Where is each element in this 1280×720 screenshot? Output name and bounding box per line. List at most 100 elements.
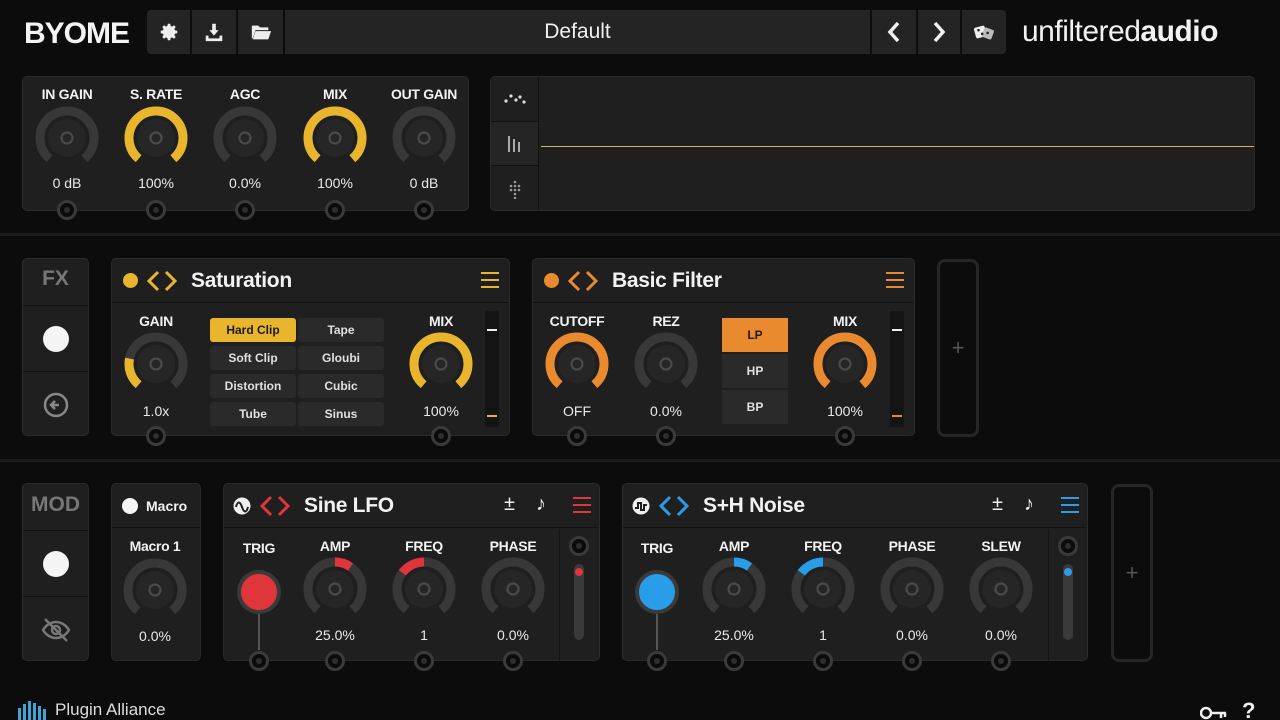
add-mod-slot[interactable]: + bbox=[1111, 484, 1153, 662]
noise-sync-note-icon[interactable]: ♪ bbox=[1024, 493, 1034, 516]
filter-mix-knob[interactable] bbox=[812, 331, 878, 397]
sat-mix-mod-jack[interactable] bbox=[431, 426, 451, 446]
open-preset-button[interactable] bbox=[238, 10, 283, 54]
chevron-right-icon[interactable] bbox=[161, 269, 181, 293]
add-fx-slot[interactable]: + bbox=[937, 259, 979, 437]
macro-1-knob[interactable] bbox=[122, 557, 188, 623]
lfo-amp-knob[interactable] bbox=[302, 556, 368, 622]
fx-power-button[interactable] bbox=[23, 305, 88, 371]
filter-rez-knob[interactable] bbox=[633, 331, 699, 397]
noise-phase-label: PHASE bbox=[888, 538, 936, 554]
lfo-trig-button[interactable] bbox=[237, 570, 281, 614]
scope-grid-button[interactable] bbox=[491, 166, 539, 210]
lfo-freq-mod-jack[interactable] bbox=[414, 651, 434, 671]
io-agc-knob[interactable] bbox=[212, 105, 278, 171]
noise-freq-knob[interactable] bbox=[790, 556, 856, 622]
lfo-amp-mod-jack[interactable] bbox=[325, 651, 345, 671]
saturation-mode-gloubi[interactable]: Gloubi bbox=[298, 346, 384, 370]
filter-menu-icon[interactable] bbox=[886, 272, 904, 288]
eye-off-icon bbox=[41, 617, 70, 642]
saturation-mode-distortion[interactable]: Distortion bbox=[210, 374, 296, 398]
noise-slew-mod-jack[interactable] bbox=[991, 651, 1011, 671]
byome-logo: BYOME bbox=[24, 17, 130, 50]
filter-rez-mod-jack[interactable] bbox=[656, 426, 676, 446]
arrow-left-circle-icon bbox=[43, 392, 68, 417]
io-s-rate-knob[interactable] bbox=[123, 105, 189, 171]
saturation-mode-hard-clip[interactable]: Hard Clip bbox=[210, 318, 296, 342]
filter-cutoff-knob[interactable] bbox=[544, 331, 610, 397]
lfo-freq-knob[interactable] bbox=[391, 556, 457, 622]
save-preset-button[interactable] bbox=[192, 10, 236, 54]
noise-phase-knob[interactable] bbox=[879, 556, 945, 622]
filter-type-hp[interactable]: HP bbox=[722, 354, 788, 388]
noise-menu-icon[interactable] bbox=[1061, 497, 1079, 513]
saturation-mode-tube[interactable]: Tube bbox=[210, 402, 296, 426]
filter-type-bp[interactable]: BP bbox=[722, 390, 788, 424]
io-mix-knob[interactable] bbox=[302, 105, 368, 171]
lfo-trig-jack[interactable] bbox=[249, 651, 269, 671]
io-out-gain-mod-jack[interactable] bbox=[414, 200, 434, 220]
help-button[interactable]: ? bbox=[1242, 698, 1255, 720]
filter-mix-mod-jack[interactable] bbox=[835, 426, 855, 446]
saturation-mode-sinus[interactable]: Sinus bbox=[298, 402, 384, 426]
key-icon[interactable] bbox=[1200, 706, 1228, 720]
filter-cutoff-mod-jack[interactable] bbox=[567, 426, 587, 446]
mod-power-button[interactable] bbox=[23, 530, 88, 596]
filter-cutoff-label: CUTOFF bbox=[549, 313, 605, 329]
lfo-bipolar-button[interactable]: ± bbox=[504, 493, 515, 516]
lfo-phase-knob[interactable] bbox=[480, 556, 546, 622]
chevron-right-icon[interactable] bbox=[673, 494, 693, 518]
sat-mix-knob[interactable] bbox=[408, 331, 474, 397]
settings-button[interactable] bbox=[147, 10, 190, 54]
noise-depth-handle[interactable] bbox=[1064, 568, 1072, 576]
noise-amp-mod-jack[interactable] bbox=[724, 651, 744, 671]
mod-visibility-button[interactable] bbox=[23, 596, 88, 660]
noise-phase-mod-jack[interactable] bbox=[902, 651, 922, 671]
saturation-menu-icon[interactable] bbox=[481, 272, 499, 288]
chevron-left-icon[interactable] bbox=[564, 269, 584, 293]
sat-gain-mod-jack[interactable] bbox=[146, 426, 166, 446]
saturation-mode-tape[interactable]: Tape bbox=[298, 318, 384, 342]
noise-output-jack[interactable] bbox=[1058, 536, 1078, 556]
io-mix-mod-jack[interactable] bbox=[325, 200, 345, 220]
scope-dots-button[interactable] bbox=[491, 77, 539, 122]
randomize-button[interactable] bbox=[962, 10, 1006, 54]
noise-depth-slider[interactable] bbox=[1063, 564, 1073, 640]
preset-name-field[interactable]: Default bbox=[285, 10, 870, 54]
noise-freq-mod-jack[interactable] bbox=[813, 651, 833, 671]
io-agc-mod-jack[interactable] bbox=[235, 200, 255, 220]
chevron-left-icon[interactable] bbox=[655, 494, 675, 518]
noise-trig-button[interactable] bbox=[635, 570, 679, 614]
lfo-depth-slider[interactable] bbox=[574, 564, 584, 640]
noise-bipolar-button[interactable]: ± bbox=[992, 493, 1003, 516]
lfo-output-jack[interactable] bbox=[569, 536, 589, 556]
fx-back-button[interactable] bbox=[23, 371, 88, 435]
chevron-left-icon[interactable] bbox=[143, 269, 163, 293]
saturation-power-dot[interactable] bbox=[123, 273, 138, 288]
chevron-right-icon[interactable] bbox=[274, 494, 294, 518]
scope-bars-button[interactable] bbox=[491, 122, 539, 166]
sine-lfo-module: Sine LFO ± ♪ TRIG AMP 25.0% FREQ 1 PHASE 0.0% bbox=[223, 483, 600, 671]
saturation-title: Saturation bbox=[191, 268, 292, 292]
io-in-gain-mod-jack[interactable] bbox=[57, 200, 77, 220]
lfo-sync-note-icon[interactable]: ♪ bbox=[536, 493, 546, 516]
macro-power-dot[interactable] bbox=[122, 497, 138, 514]
lfo-menu-icon[interactable] bbox=[573, 497, 591, 513]
saturation-mode-soft-clip[interactable]: Soft Clip bbox=[210, 346, 296, 370]
saturation-mode-cubic[interactable]: Cubic bbox=[298, 374, 384, 398]
sat-gain-knob[interactable] bbox=[123, 331, 189, 397]
io-out-gain-knob[interactable] bbox=[391, 105, 457, 171]
filter-power-dot[interactable] bbox=[544, 273, 559, 288]
previous-preset-button[interactable] bbox=[872, 10, 916, 54]
lfo-depth-handle[interactable] bbox=[575, 568, 583, 576]
next-preset-button[interactable] bbox=[918, 10, 960, 54]
filter-type-lp[interactable]: LP bbox=[722, 318, 788, 352]
io-s-rate-mod-jack[interactable] bbox=[146, 200, 166, 220]
io-in-gain-knob[interactable] bbox=[34, 105, 100, 171]
noise-amp-knob[interactable] bbox=[701, 556, 767, 622]
chevron-right-icon[interactable] bbox=[582, 269, 602, 293]
chevron-left-icon[interactable] bbox=[256, 494, 276, 518]
noise-trig-jack[interactable] bbox=[647, 651, 667, 671]
noise-slew-knob[interactable] bbox=[968, 556, 1034, 622]
lfo-phase-mod-jack[interactable] bbox=[503, 651, 523, 671]
